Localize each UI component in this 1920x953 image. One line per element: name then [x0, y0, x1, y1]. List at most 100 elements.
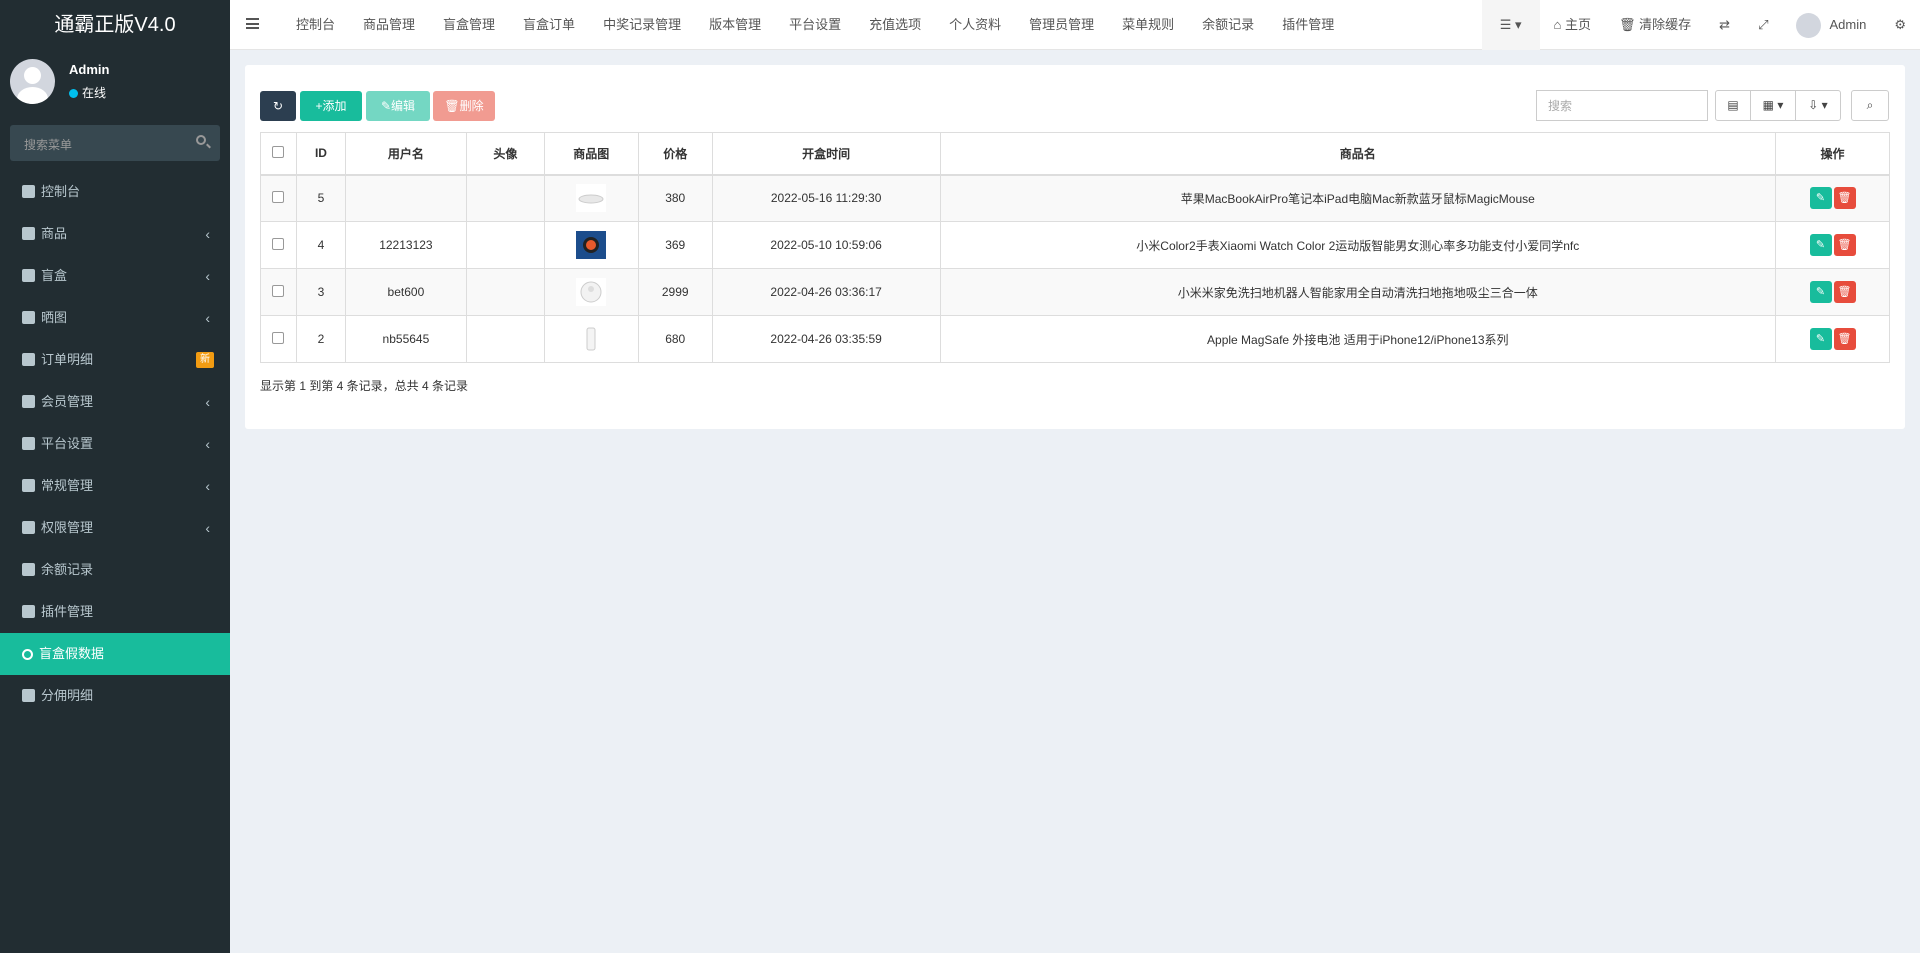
gear-icon [22, 437, 35, 450]
select-all-checkbox[interactable] [272, 145, 285, 158]
row-select-cell[interactable] [260, 174, 297, 222]
top-tabs: 控制台 商品管理 盲盒管理 盲盒订单 中奖记录管理 版本管理 平台设置 充值选项… [282, 0, 1348, 50]
table-row[interactable]: 5 380 2022-05-16 11:29:30 苹果MacBookAirPr… [260, 174, 1890, 222]
list-menu-icon[interactable]: ☰ ▾ [1481, 0, 1540, 50]
cell-avatar [465, 174, 545, 222]
row-select-cell[interactable] [260, 315, 297, 363]
sidebar-item-general[interactable]: 常规管理 ‹ [0, 465, 230, 507]
search-icon[interactable] [196, 135, 206, 145]
product-thumbnail-watch[interactable] [576, 231, 607, 259]
table-search-input[interactable] [1536, 90, 1708, 121]
sidebar-item-blindbox[interactable]: 盲盒 ‹ [0, 255, 230, 297]
product-thumbnail-mouse[interactable] [576, 184, 607, 213]
top-tab[interactable]: 盲盒订单 [509, 0, 589, 50]
sidebar-item-commission[interactable]: 分佣明细 [0, 675, 230, 717]
row-edit-button[interactable]: ✎ [1809, 281, 1832, 303]
cell-product-name: 小米Color2手表Xiaomi Watch Color 2运动版智能男女测心率… [939, 221, 1777, 269]
cell-product-image[interactable] [543, 221, 639, 269]
column-header[interactable]: 商品名 [939, 132, 1777, 176]
settings-gear-icon[interactable]: ⚙ [1880, 0, 1920, 50]
table-row[interactable]: 3 bet600 2999 2022-04-26 03:36:17 小米米家免洗… [260, 268, 1890, 316]
chevron-left-icon: ‹ [205, 268, 210, 284]
pagination-summary: 显示第 1 到第 4 条记录，总共 4 条记录 [260, 379, 469, 393]
row-edit-button[interactable]: ✎ [1809, 187, 1832, 210]
sidebar-item-plugins[interactable]: 插件管理 [0, 591, 230, 633]
cell-product-image[interactable] [543, 315, 639, 363]
top-tab[interactable]: 充值选项 [855, 0, 935, 50]
refresh-button[interactable]: ↻ [260, 91, 296, 121]
cell-product-image[interactable] [543, 268, 639, 316]
sidebar-item-show-photos[interactable]: 晒图 ‹ [0, 297, 230, 339]
clear-cache-button[interactable]: 🗑 清除缓存 [1605, 0, 1705, 50]
toggle-view-button[interactable]: ▤ [1715, 90, 1751, 121]
row-checkbox[interactable] [272, 190, 285, 203]
column-header[interactable]: 价格 [637, 132, 713, 176]
table-row[interactable]: 2 nb55645 680 2022-04-26 03:35:59 Apple … [260, 315, 1890, 363]
chevron-left-icon: ‹ [205, 226, 210, 242]
top-tab[interactable]: 插件管理 [1268, 0, 1348, 50]
row-delete-button[interactable]: 🗑 [1833, 281, 1856, 303]
top-tab[interactable]: 余额记录 [1188, 0, 1268, 50]
row-delete-button[interactable]: 🗑 [1833, 187, 1856, 210]
sidebar-item-dashboard[interactable]: 控制台 [0, 171, 230, 213]
column-header[interactable]: 开盒时间 [711, 132, 941, 176]
row-edit-button[interactable]: ✎ [1809, 234, 1832, 256]
row-select-cell[interactable] [260, 268, 297, 316]
table-header-row: ID 用户名 头像 商品图 价格 开盒时间 商品名 操作 [260, 132, 1890, 176]
data-table: ID 用户名 头像 商品图 价格 开盒时间 商品名 操作 5 380 2022- [260, 132, 1890, 363]
yen-icon [22, 563, 35, 576]
cell-open-time: 2022-05-16 11:29:30 [711, 174, 941, 222]
top-tab[interactable]: 平台设置 [775, 0, 855, 50]
select-all-header[interactable] [260, 132, 297, 176]
top-tab[interactable]: 菜单规则 [1108, 0, 1188, 50]
sidebar-item-balance[interactable]: 余额记录 [0, 549, 230, 591]
table-row[interactable]: 4 12213123 369 2022-05-10 10:59:06 小米Col… [260, 221, 1890, 269]
row-select-cell[interactable] [260, 221, 297, 269]
sidebar-item-goods[interactable]: 商品 ‹ [0, 213, 230, 255]
product-thumbnail-battery[interactable] [576, 325, 607, 353]
top-tab[interactable]: 控制台 [282, 0, 349, 50]
top-tab[interactable]: 管理员管理 [1015, 0, 1108, 50]
sidebar-item-platform-settings[interactable]: 平台设置 ‹ [0, 423, 230, 465]
add-button[interactable]: +添加 [300, 91, 362, 121]
product-thumbnail-robot[interactable] [576, 278, 607, 306]
sidebar-item-orders[interactable]: 订单明细 新 [0, 339, 230, 381]
sidebar-item-permissions[interactable]: 权限管理 ‹ [0, 507, 230, 549]
row-checkbox[interactable] [272, 237, 285, 250]
row-checkbox[interactable] [272, 331, 285, 344]
bag-icon [22, 227, 35, 240]
cell-price: 369 [637, 221, 713, 269]
export-button[interactable]: ⇩ ▾ [1795, 90, 1841, 121]
row-delete-button[interactable]: 🗑 [1833, 234, 1856, 256]
cell-product-image[interactable] [543, 174, 639, 222]
menu-toggle-icon[interactable] [246, 18, 259, 29]
delete-button[interactable]: 🗑删除 [433, 91, 495, 121]
sidebar-item-fake-data[interactable]: 盲盒假数据 [0, 633, 230, 675]
row-edit-button[interactable]: ✎ [1809, 328, 1832, 350]
row-delete-button[interactable]: 🗑 [1833, 328, 1856, 350]
chevron-left-icon: ‹ [205, 436, 210, 452]
fullscreen-icon[interactable]: ⤢ [1744, 0, 1782, 50]
admin-menu[interactable]: Admin [1782, 0, 1880, 50]
top-tab[interactable]: 中奖记录管理 [589, 0, 695, 50]
column-header[interactable]: 商品图 [543, 132, 639, 176]
top-tab[interactable]: 盲盒管理 [429, 0, 509, 50]
column-header[interactable]: 用户名 [344, 132, 467, 176]
language-icon[interactable]: ⇄ [1705, 0, 1744, 50]
app-logo[interactable]: 通霸正版V4.0 [0, 0, 230, 50]
column-header[interactable]: 头像 [465, 132, 545, 176]
top-tab[interactable]: 商品管理 [349, 0, 429, 50]
search-toggle-button[interactable]: ⌕ [1851, 90, 1889, 121]
plus-icon: + [315, 99, 323, 113]
column-header[interactable]: ID [295, 132, 346, 176]
edit-button[interactable]: ✎编辑 [366, 91, 430, 121]
top-tab[interactable]: 个人资料 [935, 0, 1015, 50]
trash-icon: 🗑 [1619, 17, 1640, 32]
sidebar-search-input[interactable]: 搜索菜单 [10, 125, 220, 161]
home-link[interactable]: ⌂ 主页 [1540, 0, 1605, 50]
row-checkbox[interactable] [272, 284, 285, 297]
columns-button[interactable]: ▦ ▾ [1750, 90, 1796, 121]
admin-avatar [1796, 13, 1822, 39]
sidebar-item-members[interactable]: 会员管理 ‹ [0, 381, 230, 423]
top-tab[interactable]: 版本管理 [695, 0, 775, 50]
